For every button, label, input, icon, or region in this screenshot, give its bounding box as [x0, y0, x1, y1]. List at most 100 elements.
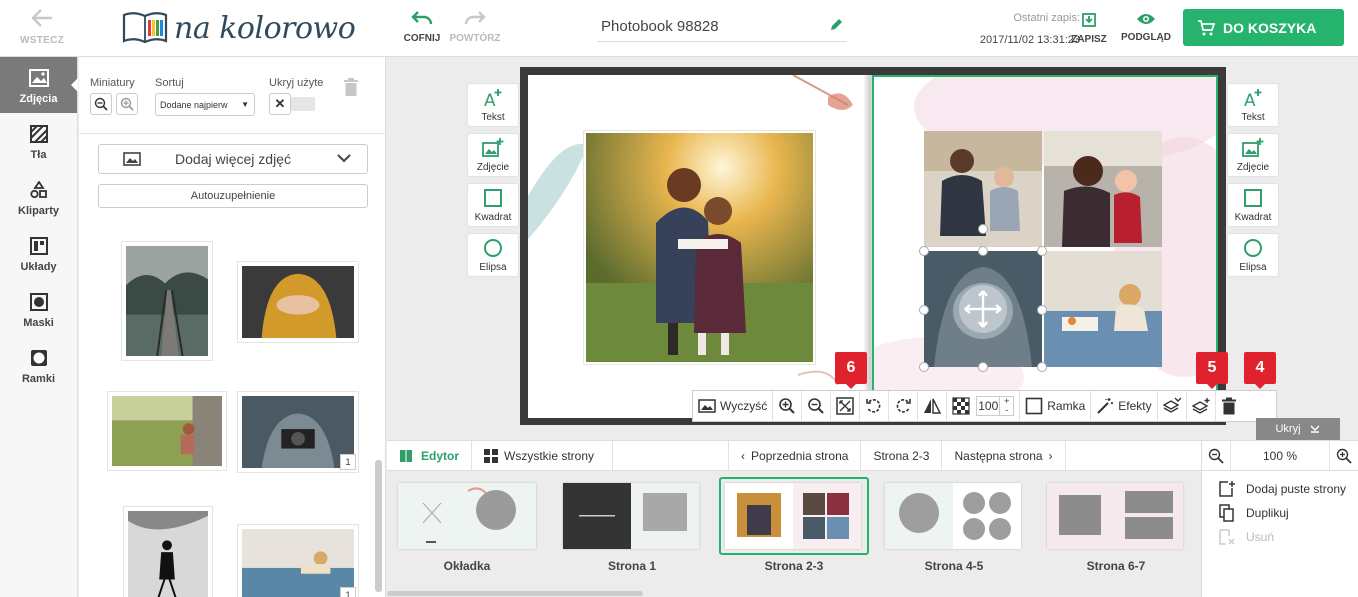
- grid-photo-3-selected[interactable]: [924, 251, 1042, 367]
- add-photo-tool[interactable]: Zdjęcie: [467, 133, 519, 177]
- add-blank-label: Dodaj puste strony: [1246, 482, 1347, 496]
- left-sidebar: Zdjęcia Tła Kliparty Układy Maski Ramki: [0, 57, 78, 597]
- hide-used-toggle[interactable]: ✕: [269, 93, 315, 115]
- tab-all-pages[interactable]: Wszystkie strony: [472, 441, 614, 470]
- undo-button[interactable]: COFNIJ: [400, 10, 444, 44]
- resize-handle[interactable]: [919, 305, 929, 315]
- panel-scrollbar[interactable]: [375, 460, 382, 592]
- right-half: [953, 483, 1021, 549]
- chevron-left-icon: ‹: [741, 448, 746, 463]
- layer-up-button[interactable]: [1187, 391, 1216, 421]
- photo-thumbnail[interactable]: [121, 241, 213, 361]
- zoom-out-button[interactable]: [802, 391, 832, 421]
- all-pages-label: Wszystkie strony: [504, 448, 595, 463]
- resize-handle[interactable]: [1037, 305, 1047, 315]
- thumb-zoom-out-button[interactable]: [90, 93, 112, 115]
- previous-page-button[interactable]: ‹ Poprzednia strona: [729, 441, 862, 470]
- flip-button[interactable]: [918, 391, 948, 421]
- frame-button[interactable]: Ramka: [1020, 391, 1092, 421]
- photo-girl-grass: [112, 396, 222, 466]
- sidebar-item-backgrounds[interactable]: Tła: [0, 113, 77, 169]
- delete-element-button[interactable]: [1216, 391, 1242, 421]
- rotate-handle[interactable]: [978, 224, 988, 234]
- add-blank-pages-button[interactable]: Dodaj puste strony: [1218, 480, 1346, 498]
- page-strip: Okładka Strona 1 Strona 2-3 Strona 4-5 S…: [387, 471, 1201, 597]
- add-ellipse-tool[interactable]: Elipsa: [1227, 233, 1279, 277]
- layout-icon: [29, 237, 48, 255]
- book-logo-icon: [122, 12, 168, 44]
- resize-handle[interactable]: [1037, 246, 1047, 256]
- delete-page-button[interactable]: Usuń: [1218, 528, 1274, 546]
- fit-photo-button[interactable]: [831, 391, 861, 421]
- strip-scrollbar[interactable]: [387, 591, 643, 596]
- sidebar-item-masks[interactable]: Maski: [0, 281, 77, 337]
- effects-button[interactable]: Efekty: [1091, 391, 1158, 421]
- photo-thumbnail[interactable]: 1: [237, 524, 359, 597]
- rotate-left-icon: [866, 399, 881, 413]
- sidebar-item-layouts[interactable]: Układy: [0, 225, 77, 281]
- last-save-info: Ostatni zapis: 2017/11/02 13:31:23: [930, 12, 1080, 46]
- zoom-in-button[interactable]: [1330, 441, 1358, 471]
- sidebar-item-photos[interactable]: Zdjęcia: [0, 57, 78, 113]
- add-square-tool[interactable]: Kwadrat: [467, 183, 519, 227]
- zoom-out-button[interactable]: [1202, 441, 1230, 471]
- resize-handle[interactable]: [1037, 362, 1047, 372]
- duplicate-button[interactable]: Duplikuj: [1218, 504, 1289, 522]
- stepper-down[interactable]: -: [1000, 406, 1013, 415]
- redo-button[interactable]: POWTÓRZ: [446, 10, 504, 44]
- rotate-left-button[interactable]: [860, 391, 890, 421]
- hide-pages-button[interactable]: Ukryj: [1256, 418, 1340, 440]
- resize-handle[interactable]: [978, 362, 988, 372]
- page-pair: [725, 483, 861, 549]
- thumb-zoom-in-button[interactable]: [116, 93, 138, 115]
- sort-select[interactable]: Dodane najpierw ▼: [155, 93, 255, 116]
- next-page-button[interactable]: Następna strona ›: [942, 441, 1066, 470]
- zoom-in-button[interactable]: [773, 391, 803, 421]
- sidebar-item-frames[interactable]: Ramki: [0, 337, 77, 393]
- clear-photo-button[interactable]: Wyczyść: [693, 391, 774, 421]
- tab-editor[interactable]: Edytor: [387, 441, 473, 470]
- trash-icon[interactable]: [343, 77, 359, 97]
- opacity-stepper[interactable]: + -: [1000, 396, 1015, 416]
- left-page[interactable]: [528, 75, 868, 418]
- grid-photo-2[interactable]: [1044, 131, 1162, 247]
- add-to-cart-button[interactable]: DO KOSZYKA: [1183, 9, 1344, 46]
- preview-button[interactable]: PODGLĄD: [1118, 12, 1174, 43]
- page-label: Strona 4-5: [924, 559, 984, 573]
- resize-handle[interactable]: [919, 246, 929, 256]
- photo-thumbnail[interactable]: [107, 391, 227, 471]
- add-square-tool[interactable]: Kwadrat: [1227, 183, 1279, 227]
- checker-opacity-icon: [952, 397, 970, 415]
- photo-thumbnail[interactable]: [237, 261, 359, 343]
- add-text-tool[interactable]: A Tekst: [1227, 83, 1279, 127]
- photo-thumbnail[interactable]: 1: [237, 391, 359, 473]
- prev-label: Poprzednia strona: [751, 448, 849, 463]
- tool-label: Kwadrat: [1234, 212, 1272, 223]
- photo-thumbnail[interactable]: [123, 506, 213, 597]
- main-photo-frame[interactable]: [583, 130, 816, 365]
- add-text-tool[interactable]: A Tekst: [467, 83, 519, 127]
- back-button[interactable]: WSTECZ: [12, 8, 72, 46]
- zoom-in-icon: [1336, 448, 1352, 464]
- logo: na kolorowo: [122, 8, 356, 48]
- add-more-photos-button[interactable]: Dodaj więcej zdjęć: [98, 144, 368, 174]
- pencil-icon[interactable]: [829, 18, 843, 32]
- photo-filters: Miniatury Sortuj Ukryj użyte Dodane najp…: [89, 77, 379, 127]
- rotate-right-button[interactable]: [889, 391, 919, 421]
- layer-down-button[interactable]: [1158, 391, 1187, 421]
- resize-handle[interactable]: [978, 246, 988, 256]
- opacity-input[interactable]: 100: [976, 396, 1001, 416]
- add-more-label: Dodaj więcej zdjęć: [175, 151, 291, 167]
- project-title-field[interactable]: Photobook 98828: [597, 14, 847, 42]
- add-ellipse-tool[interactable]: Elipsa: [467, 233, 519, 277]
- save-button[interactable]: ZAPISZ: [1068, 12, 1110, 45]
- sidebar-item-cliparts[interactable]: Kliparty: [0, 169, 77, 225]
- photo-child-breakfast-bed: [1044, 251, 1162, 367]
- right-page-selected[interactable]: [872, 75, 1218, 418]
- grid-photo-4[interactable]: [1044, 251, 1162, 367]
- zoom-out-icon: [1208, 448, 1224, 464]
- add-photo-tool[interactable]: Zdjęcie: [1227, 133, 1279, 177]
- autofill-button[interactable]: Autouzupełnienie: [98, 184, 368, 208]
- tool-label: Zdjęcie: [476, 162, 510, 173]
- resize-handle[interactable]: [919, 362, 929, 372]
